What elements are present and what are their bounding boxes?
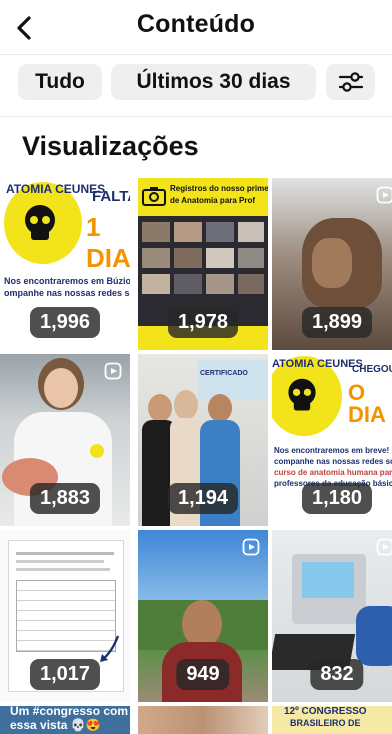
view-count-badge: 1,899	[301, 307, 373, 338]
view-count-badge: 1,978	[167, 307, 239, 338]
doc-line	[16, 552, 114, 555]
tile-caption-2: BRASILEIRO DE	[290, 718, 361, 728]
content-tile[interactable]: CERTIFICADO 1,194	[138, 354, 268, 526]
section-title: Visualizações	[22, 131, 199, 161]
view-count-badge: 1,180	[301, 483, 373, 514]
person-face	[182, 600, 222, 648]
tile-caption-2: essa vista 💀😍	[10, 718, 101, 732]
machine-screen	[302, 562, 354, 598]
glove-hand	[356, 606, 392, 666]
sliders-icon	[338, 72, 363, 92]
view-count-badge: 1,194	[167, 483, 239, 514]
filter-settings-button[interactable]	[326, 64, 375, 100]
tile-caption-2: ompanhe nas nossas redes soc	[4, 288, 130, 298]
view-count-badge: 1,017	[29, 659, 101, 690]
filter-all-label: Tudo	[35, 70, 85, 93]
filters-divider	[0, 116, 392, 117]
content-tile[interactable]: Um #congresso com essa vista 💀😍	[0, 706, 130, 734]
content-tile[interactable]: Registros do nosso primeiro de Anatomia …	[138, 178, 268, 350]
camera-icon	[142, 187, 166, 206]
tile-caption: Nos encontraremos em breve!	[274, 446, 390, 455]
content-tile[interactable]: 949	[138, 530, 268, 702]
tile-caption: 12º CONGRESSO	[284, 706, 367, 717]
view-count-badge: 1,883	[29, 483, 101, 514]
content-tile[interactable]: 832	[272, 530, 392, 702]
content-tile[interactable]: 1,017	[0, 530, 130, 702]
tile-caption: Nos encontraremos em Búzios	[4, 276, 130, 286]
logo-text: ATOMIA CEUNES	[6, 182, 106, 196]
header-divider	[0, 54, 392, 55]
view-count-badge: 832	[310, 659, 364, 690]
filter-bar: Tudo Últimos 30 dias	[0, 64, 392, 102]
logo-text: ATOMIA CEUNES	[272, 358, 363, 370]
tile-caption-3: curso de anatomia humana para	[274, 468, 392, 477]
person-head-1	[148, 394, 172, 422]
view-count-badge: 949	[176, 659, 230, 690]
specimen-detail	[312, 238, 352, 288]
arrow-icon	[100, 635, 120, 662]
reel-icon	[376, 538, 392, 556]
reel-icon	[104, 362, 122, 380]
content-tile[interactable]: ATOMIA CEUNES FALTA 1 DIA Nos encontrare…	[0, 178, 130, 350]
tile-title-line1: Registros do nosso primeiro	[170, 184, 268, 193]
screen-text: CERTIFICADO	[200, 370, 248, 377]
tile-banner-text: CHEGOU	[352, 364, 392, 375]
content-tile[interactable]: ATOMIA CEUNES CHEGOU O DIA Nos encontrar…	[272, 354, 392, 526]
page-title: Conteúdo	[136, 10, 256, 38]
content-tile[interactable]: 12º CONGRESSO BRASILEIRO DE	[272, 706, 392, 734]
person-head-3	[208, 394, 232, 422]
tile-banner-text: FALTA	[92, 188, 130, 205]
person-face	[44, 368, 78, 408]
projector-screen	[198, 360, 268, 400]
reel-icon	[376, 186, 392, 204]
content-tile[interactable]: 1,899	[272, 178, 392, 350]
skull-icon	[288, 378, 316, 411]
tile-countdown: 1 DIA	[86, 212, 130, 273]
filter-period-chip[interactable]: Últimos 30 dias	[111, 64, 316, 100]
filter-all-chip[interactable]: Tudo	[18, 64, 102, 100]
header: Conteúdo	[0, 0, 392, 54]
skull-icon	[25, 205, 55, 240]
tile-caption-2: companhe nas nossas redes soci	[274, 457, 392, 466]
content-grid: ATOMIA CEUNES FALTA 1 DIA Nos encontrare…	[0, 178, 392, 734]
person-head-2	[174, 390, 198, 420]
content-tile[interactable]: 1,883	[0, 354, 130, 526]
view-count-badge: 1,996	[29, 307, 101, 338]
tile-title-line2: de Anatomia para Prof	[170, 196, 256, 205]
doc-line	[16, 560, 104, 563]
doc-line	[16, 568, 110, 571]
tile-caption: Um #congresso com	[10, 706, 129, 718]
badge-dot	[90, 444, 104, 458]
content-tile[interactable]	[138, 706, 268, 734]
reel-icon	[242, 538, 260, 556]
filter-period-label: Últimos 30 dias	[136, 70, 291, 93]
tile-headline: O DIA	[348, 380, 386, 427]
